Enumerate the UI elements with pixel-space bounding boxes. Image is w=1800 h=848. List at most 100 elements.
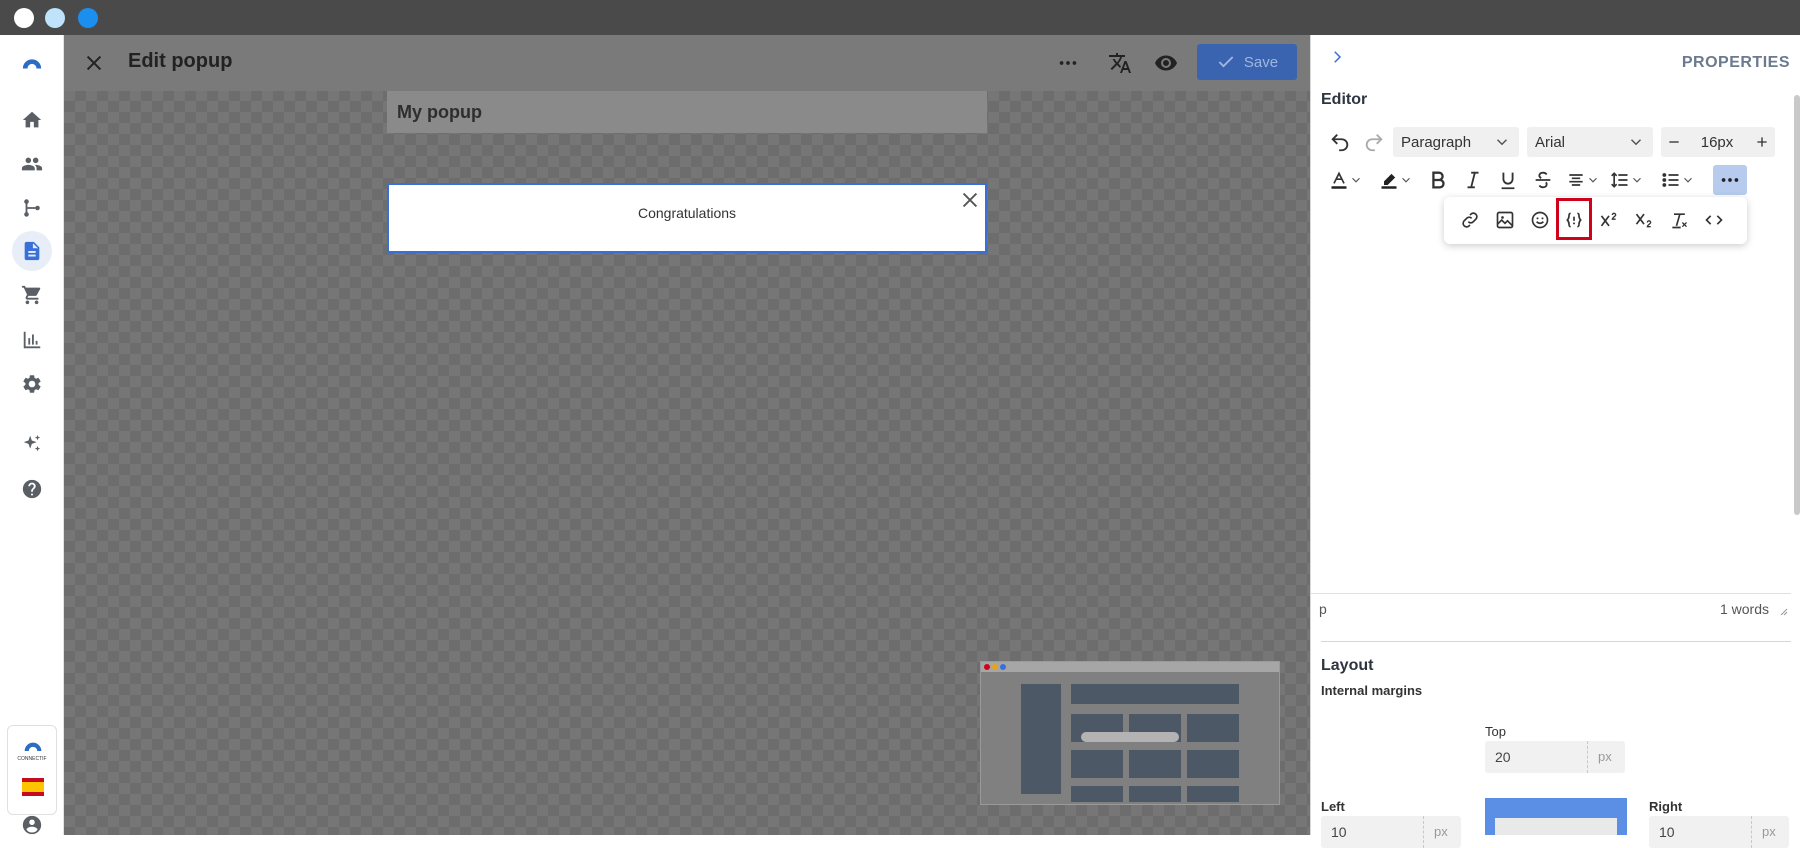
word-count: 1 words [1719,601,1769,617]
minimize-window-dot[interactable] [45,8,65,28]
more-toolbar-button[interactable] [1713,165,1747,195]
font-size-value[interactable]: 16px [1687,134,1747,151]
italic-icon [1467,171,1479,189]
block-format-value: Paragraph [1401,134,1472,151]
bold-button[interactable] [1423,165,1453,195]
popup-text[interactable]: Congratulations [389,205,985,221]
layout-section-title: Layout [1321,657,1374,674]
popup-header-title: My popup [397,102,482,122]
insert-image-button[interactable] [1490,205,1520,235]
thumbnail-titlebar [981,662,1279,672]
undo-icon [1331,134,1349,152]
chevron-down-icon [1496,139,1508,146]
highlighter-icon [1381,173,1397,189]
eye-icon [1155,55,1177,71]
line-height-icon [1611,172,1628,188]
underline-button[interactable] [1493,165,1523,195]
align-center-icon [1569,174,1583,186]
more-horizontal-icon [1059,61,1077,65]
insert-emoji-button[interactable] [1525,205,1555,235]
toolbar-overflow-popover [1444,197,1747,244]
align-button[interactable] [1563,165,1603,195]
chevron-down-icon [1633,177,1641,183]
save-button-label: Save [1243,53,1279,71]
flow-icon[interactable] [12,188,52,228]
user-account-icon[interactable] [12,805,52,845]
code-icon [1705,215,1723,225]
source-code-button[interactable] [1699,205,1729,235]
margin-left-label: Left [1321,799,1345,814]
margin-preview-box [1485,798,1627,835]
close-editor-button[interactable] [80,49,108,77]
people-icon[interactable] [12,144,52,184]
highlight-color-button[interactable] [1373,165,1419,195]
spain-flag-icon[interactable] [22,778,44,796]
block-format-select[interactable]: Paragraph [1393,127,1519,157]
sparkle-icon[interactable] [12,424,52,464]
brand-badge: CONNECTIF [7,725,57,815]
redo-button[interactable] [1359,127,1389,157]
resize-handle-icon[interactable] [1777,605,1789,617]
logo-icon[interactable] [12,43,52,83]
popup-close-icon[interactable] [959,189,981,211]
margin-left-field[interactable]: 10 px [1321,816,1461,848]
image-icon [1496,211,1514,229]
margin-left-unit: px [1423,816,1461,848]
element-path[interactable]: p [1319,601,1327,617]
translate-icon [1109,53,1131,73]
bold-icon [1432,171,1445,189]
font-family-select[interactable]: Arial [1527,127,1653,157]
help-icon[interactable] [12,469,52,509]
strikethrough-button[interactable] [1528,165,1558,195]
chevron-down-icon [1684,177,1692,183]
decrease-font-size-button[interactable] [1661,127,1687,157]
editor-canvas: Edit popup Save My popup Congratulations [64,35,1310,835]
chart-icon[interactable] [12,320,52,360]
brand-logo-icon [24,742,42,751]
highlight-box [1556,198,1592,240]
panel-scrollbar[interactable] [1794,95,1800,515]
margin-right-field[interactable]: 10 px [1649,816,1789,848]
left-navigation: CONNECTIF [0,35,64,835]
cart-icon[interactable] [12,275,52,315]
undo-button[interactable] [1325,127,1355,157]
page-title: Edit popup [128,50,233,72]
margin-right-label: Right [1649,799,1683,814]
list-button[interactable] [1657,165,1699,195]
margin-top-field[interactable]: 20 px [1485,741,1625,773]
popup-content-block[interactable]: Congratulations [387,183,987,253]
margin-top-unit: px [1587,741,1625,773]
increase-font-size-button[interactable] [1749,127,1775,157]
maximize-window-dot[interactable] [78,8,98,28]
popup-header-bar[interactable]: My popup [387,91,987,133]
italic-button[interactable] [1458,165,1488,195]
editor-section-title: Editor [1321,91,1368,108]
panel-title: PROPERTIES [1681,54,1790,71]
clear-formatting-icon [1672,213,1687,229]
preview-button[interactable] [1151,48,1181,78]
internal-margins-label: Internal margins [1321,683,1423,698]
subscript-button[interactable] [1629,205,1659,235]
text-color-button[interactable] [1323,165,1369,195]
margin-right-unit: px [1751,816,1789,848]
document-icon[interactable] [12,231,52,271]
collapse-panel-button[interactable] [1325,45,1349,69]
insert-link-button[interactable] [1455,205,1485,235]
superscript-icon [1600,212,1617,227]
more-horizontal-icon [1721,178,1739,182]
translate-button[interactable] [1105,48,1135,78]
strikethrough-icon [1535,171,1551,189]
close-window-dot[interactable] [14,8,34,28]
font-size-control: 16px [1661,127,1775,157]
chevron-down-icon [1352,177,1360,183]
emoji-icon [1531,211,1549,229]
clear-formatting-button[interactable] [1664,205,1694,235]
margin-left-value: 10 [1331,824,1347,840]
gear-icon[interactable] [12,364,52,404]
superscript-button[interactable] [1594,205,1624,235]
more-options-button[interactable] [1053,49,1083,77]
save-button[interactable]: Save [1197,44,1297,80]
home-icon[interactable] [12,100,52,140]
section-divider [1321,641,1791,642]
line-height-button[interactable] [1606,165,1648,195]
